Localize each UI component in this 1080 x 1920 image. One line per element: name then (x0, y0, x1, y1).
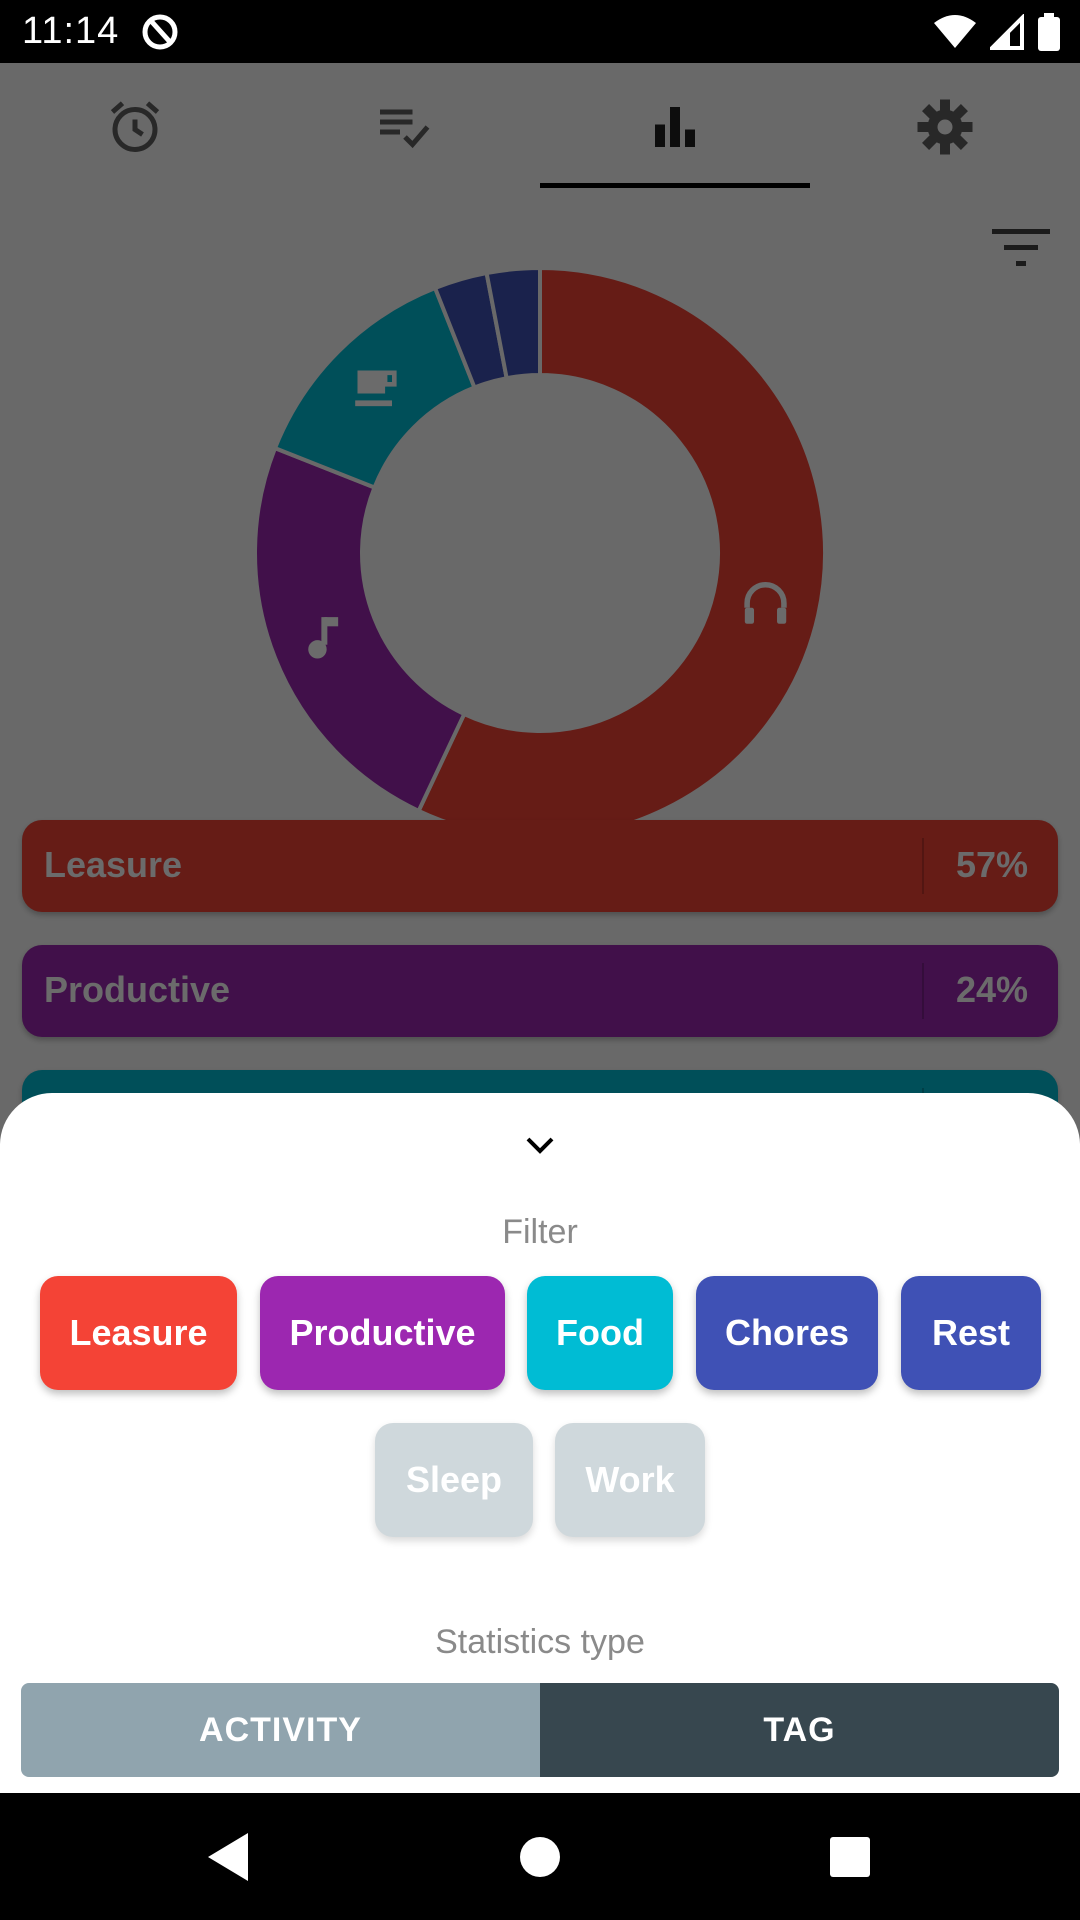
chevron-down-icon[interactable] (520, 1125, 560, 1165)
status-time: 11:14 (22, 10, 120, 52)
statistics-type-title: Statistics type (435, 1623, 645, 1661)
filter-chip-sleep[interactable]: Sleep (375, 1423, 533, 1537)
filter-chip-rest[interactable]: Rest (901, 1276, 1041, 1390)
statistics-type-activity[interactable]: ACTIVITY (21, 1683, 540, 1777)
statistics-type-toggle: ACTIVITY TAG (21, 1683, 1059, 1777)
battery-icon (1038, 13, 1060, 51)
filter-bottom-sheet: Filter Leasure Productive Food Chores Rest Sl… (0, 1093, 1080, 1793)
home-icon[interactable] (512, 1829, 568, 1885)
filter-chip-work[interactable]: Work (555, 1423, 705, 1537)
app-notification-icon (142, 14, 178, 50)
cell-signal-icon (990, 14, 1024, 50)
filter-chip-productive[interactable]: Productive (260, 1276, 505, 1390)
filter-chip-leasure[interactable]: Leasure (40, 1276, 237, 1390)
statistics-type-tag[interactable]: TAG (540, 1683, 1059, 1777)
navigation-bar (0, 1793, 1080, 1920)
filter-chip-chores[interactable]: Chores (696, 1276, 878, 1390)
wifi-icon (934, 15, 976, 48)
filter-title: Filter (502, 1213, 578, 1251)
status-bar: 11:14 (0, 0, 1080, 63)
filter-chip-food[interactable]: Food (527, 1276, 673, 1390)
recents-icon[interactable] (822, 1829, 878, 1885)
back-icon[interactable] (200, 1829, 256, 1885)
